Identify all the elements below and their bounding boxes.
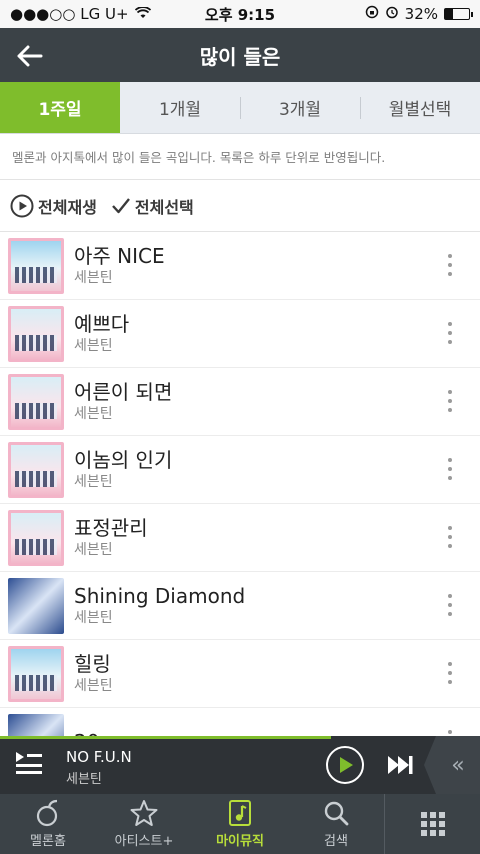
more-options-icon[interactable]	[446, 662, 454, 686]
playlist-icon[interactable]	[14, 749, 44, 779]
battery-icon	[444, 8, 473, 20]
song-artist: 세븐틴	[74, 609, 113, 626]
more-options-icon[interactable]	[446, 254, 454, 278]
song-row[interactable]: 힐링 세븐틴	[0, 640, 480, 708]
battery-percent: 32%	[404, 5, 438, 23]
song-title: 아주 NICE	[74, 243, 165, 268]
status-bar: ●●●○○ LG U+ 오후 9:15 32%	[0, 0, 480, 28]
play-all-button[interactable]: 전체재생	[10, 194, 97, 218]
play-all-label: 전체재생	[38, 197, 97, 217]
tab-1-week[interactable]: 1주일	[0, 82, 120, 133]
album-cover	[8, 373, 64, 430]
music-note-icon	[229, 800, 251, 826]
mini-player[interactable]: NO F.U.N 세븐틴 «	[0, 736, 480, 794]
select-all-button[interactable]: 전체선택	[111, 194, 194, 218]
more-options-icon[interactable]	[446, 458, 454, 482]
album-cover	[8, 577, 64, 634]
more-options-icon[interactable]	[446, 390, 454, 414]
song-title: 표정관리	[74, 515, 148, 540]
song-title: 어른이 되면	[74, 379, 173, 404]
search-icon	[324, 801, 349, 826]
album-cover	[8, 645, 64, 702]
song-artist: 세븐틴	[74, 541, 113, 558]
play-icon	[340, 757, 353, 773]
more-options-icon[interactable]	[446, 322, 454, 346]
battery-level	[445, 9, 453, 19]
tab-artist-plus[interactable]: 아티스트+	[96, 794, 192, 854]
song-artist: 세븐틴	[74, 677, 113, 694]
back-arrow-icon	[17, 45, 43, 67]
tab-label: 멜론홈	[30, 834, 66, 849]
song-list: 아주 NICE 세븐틴 예쁘다 세븐틴 어른이 되면 세븐틴 이놈의 인기 세븐틴 표정…	[0, 232, 480, 776]
song-artist: 세븐틴	[74, 337, 113, 354]
now-playing-artist: 세븐틴	[66, 772, 102, 787]
tab-search[interactable]: 검색	[288, 794, 384, 854]
bottom-tab-bar: 멜론홈 아티스트+ 마이뮤직 검색	[0, 794, 480, 854]
tab-my-music[interactable]: 마이뮤직	[192, 794, 288, 854]
alarm-icon	[385, 5, 399, 23]
page-title: 많이 들은	[199, 44, 281, 69]
song-title: 이놈의 인기	[74, 447, 173, 472]
tab-label: 아티스트+	[114, 834, 174, 849]
album-cover	[8, 441, 64, 498]
album-cover	[8, 305, 64, 362]
song-artist: 세븐틴	[74, 473, 113, 490]
playback-progress-bar[interactable]	[0, 736, 332, 739]
tab-3-months[interactable]: 3개월	[240, 82, 360, 133]
song-title: 힐링	[74, 651, 111, 676]
song-row[interactable]: Shining Diamond 세븐틴	[0, 572, 480, 640]
more-options-icon[interactable]	[446, 526, 454, 550]
song-artist: 세븐틴	[74, 269, 113, 286]
tab-label: 검색	[324, 834, 348, 849]
song-row[interactable]: 표정관리 세븐틴	[0, 504, 480, 572]
grid-icon	[420, 812, 445, 836]
back-button[interactable]	[14, 40, 46, 72]
song-row[interactable]: 예쁘다 세븐틴	[0, 300, 480, 368]
melon-icon	[36, 799, 58, 827]
carrier-label: ●●●○○ LG U+	[10, 5, 129, 23]
tab-melon-home[interactable]: 멜론홈	[0, 794, 96, 854]
rotation-lock-icon	[365, 5, 379, 23]
now-playing-title: NO F.U.N	[66, 748, 132, 766]
wifi-icon	[134, 5, 151, 23]
tab-label: 마이뮤직	[216, 834, 264, 849]
album-cover	[8, 237, 64, 294]
star-icon	[130, 800, 158, 826]
song-row[interactable]: 어른이 되면 세븐틴	[0, 368, 480, 436]
play-circle-icon	[10, 194, 34, 217]
album-cover	[8, 509, 64, 566]
song-artist: 세븐틴	[74, 405, 113, 422]
collapse-player-button[interactable]: «	[424, 736, 480, 794]
period-tabs: 1주일 1개월 3개월 월별선택	[0, 82, 480, 134]
select-all-label: 전체선택	[134, 197, 194, 217]
next-track-button[interactable]	[386, 753, 416, 777]
song-title: Shining Diamond	[74, 583, 246, 608]
tab-monthly-select[interactable]: 월별선택	[360, 82, 480, 133]
double-chevron-left-icon: «	[451, 752, 465, 778]
checkmark-icon	[112, 197, 130, 213]
song-title: 예쁘다	[74, 311, 130, 336]
more-options-icon[interactable]	[446, 594, 454, 618]
song-row[interactable]: 아주 NICE 세븐틴	[0, 232, 480, 300]
header-bar: 많이 들은	[0, 28, 480, 82]
notice-text: 멜론과 아지톡에서 많이 들은 곡입니다. 목록은 하루 단위로 반영됩니다.	[0, 134, 480, 180]
list-actions: 전체재생 전체선택	[0, 180, 480, 232]
skip-next-icon	[388, 756, 413, 774]
song-row[interactable]: 이놈의 인기 세븐틴	[0, 436, 480, 504]
menu-grid-button[interactable]	[384, 794, 480, 854]
tab-1-month[interactable]: 1개월	[120, 82, 240, 133]
play-button[interactable]	[326, 746, 364, 784]
